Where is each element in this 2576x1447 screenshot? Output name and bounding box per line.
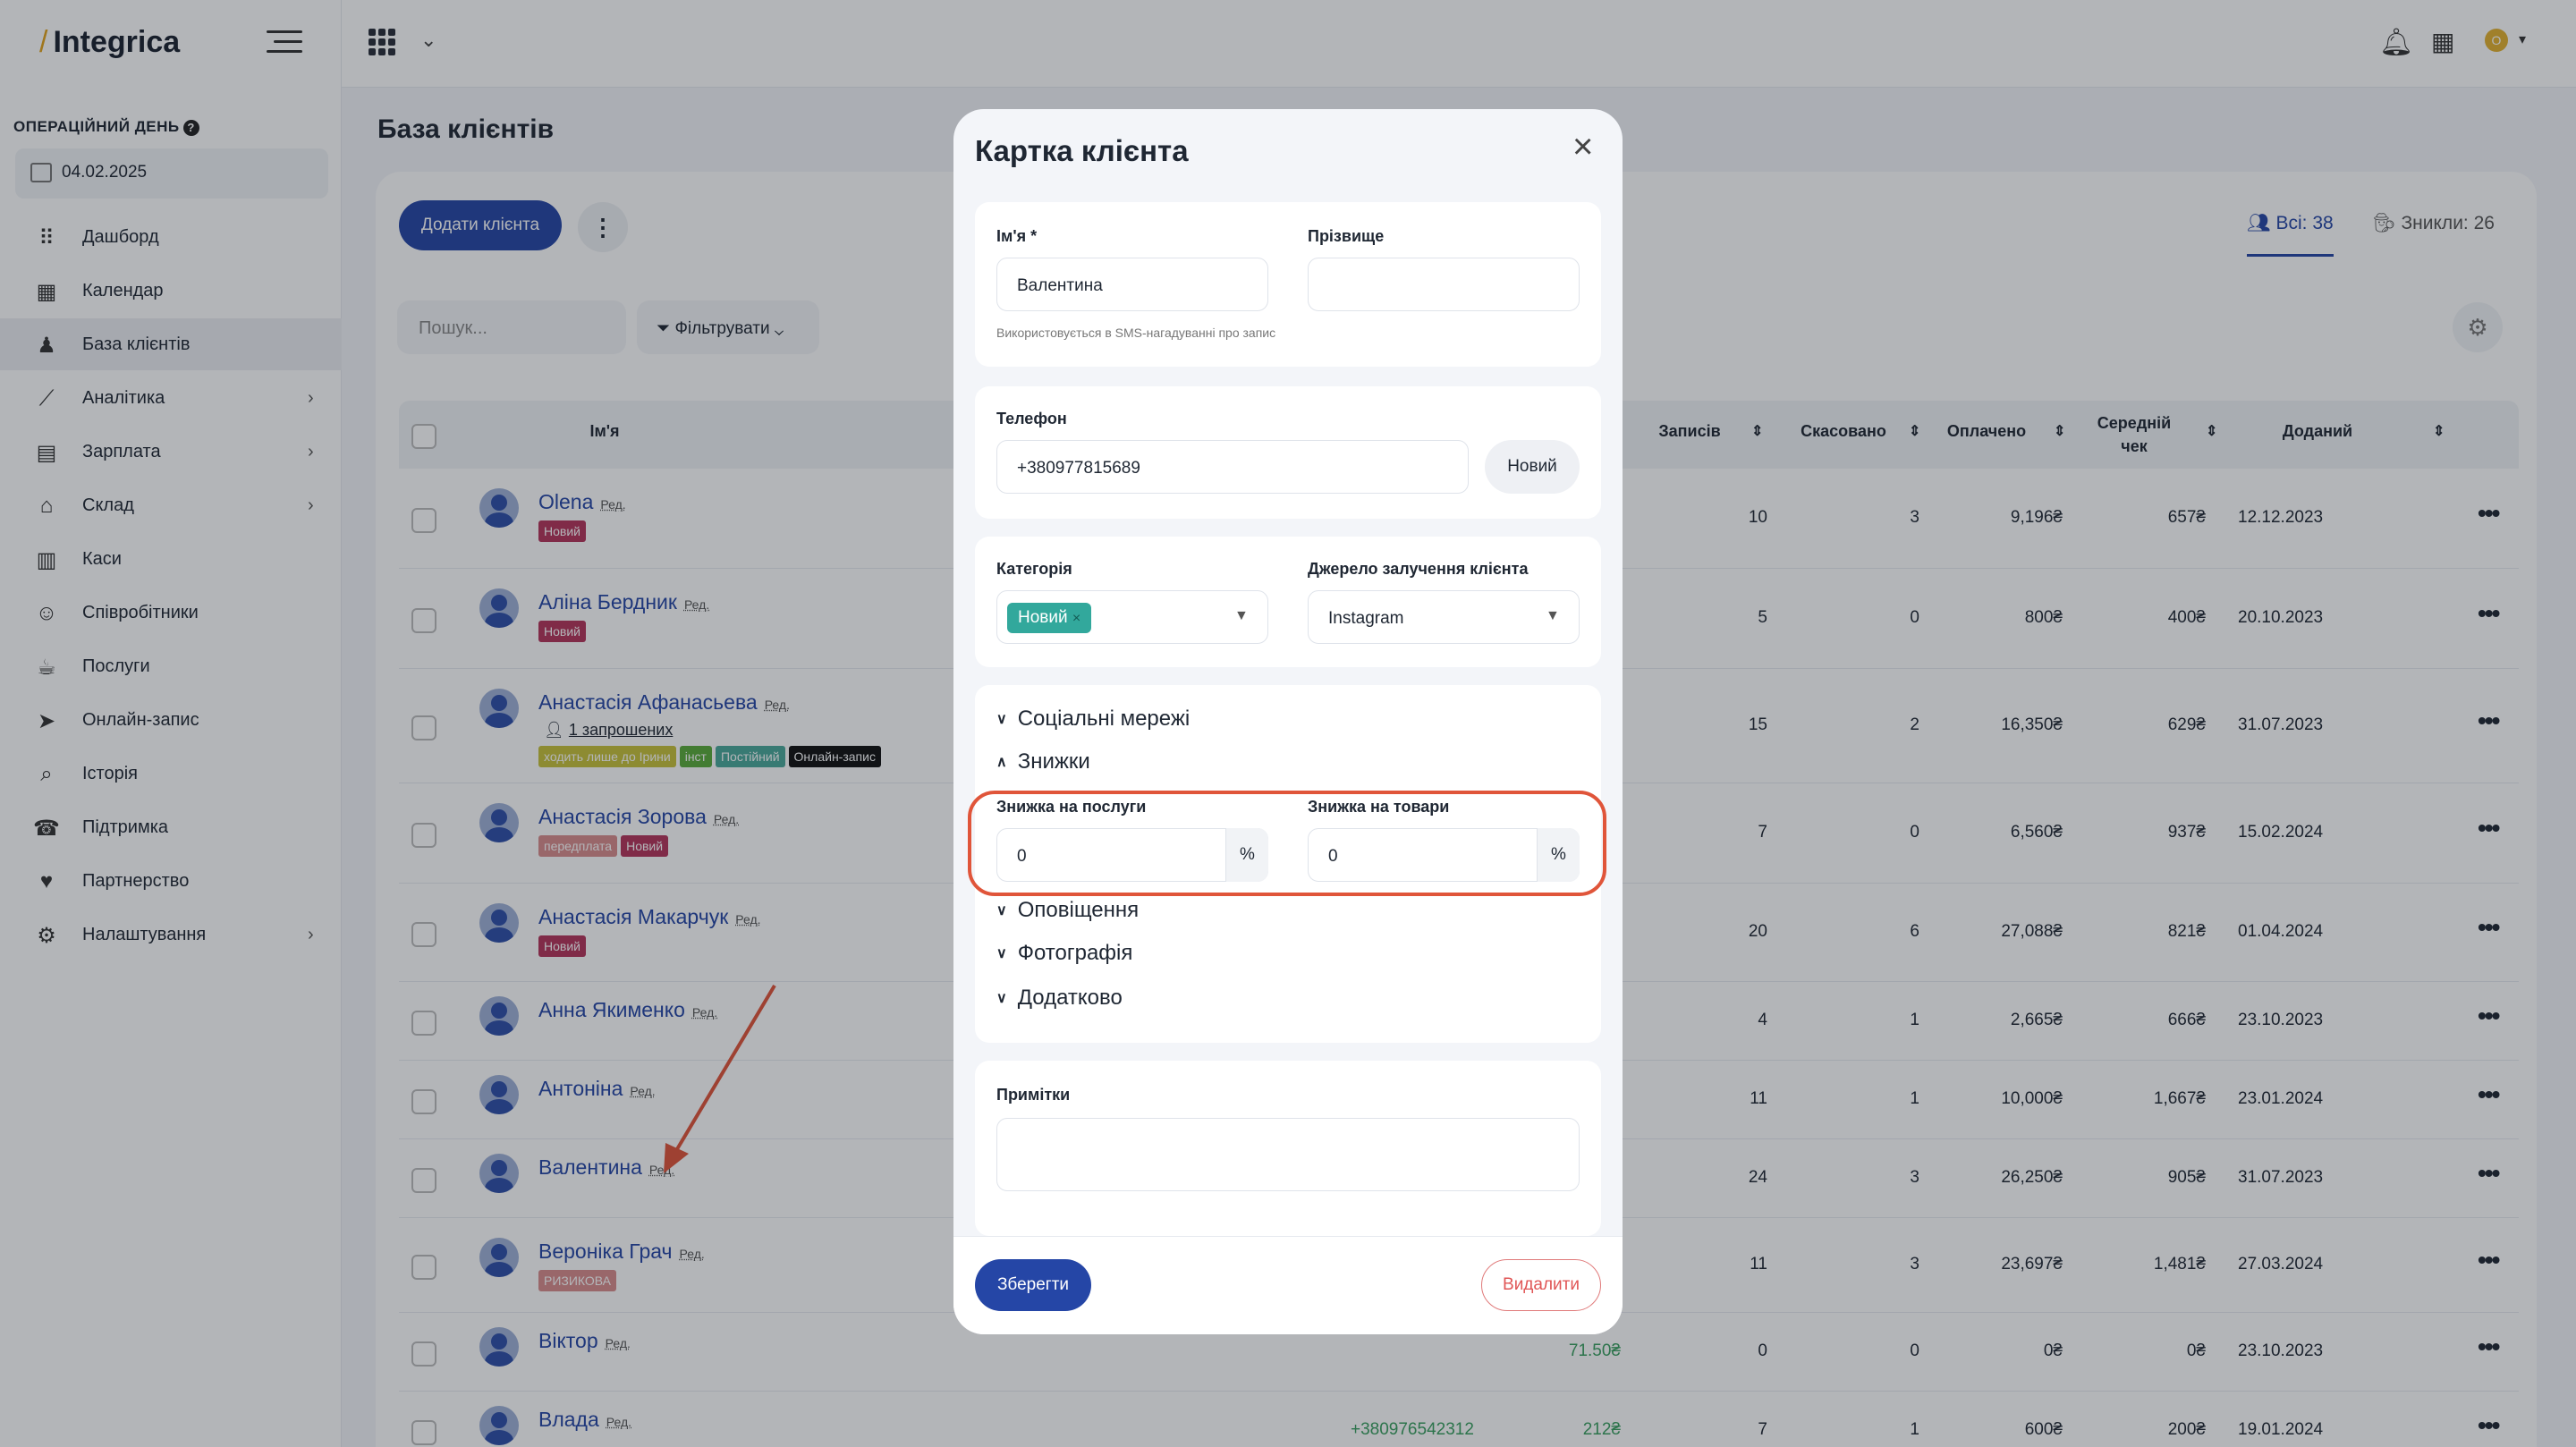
phone-status-button[interactable]: Новий: [1485, 440, 1580, 494]
source-label: Джерело залучення клієнта: [1308, 560, 1529, 578]
category-chip: Новий ×: [1007, 603, 1092, 633]
additional-accordion[interactable]: ∨ Додатково: [996, 986, 1123, 1011]
chevron-down-icon: ∨: [996, 991, 1007, 1006]
close-icon[interactable]: ×: [1572, 127, 1593, 167]
save-button[interactable]: Зберегти: [975, 1259, 1091, 1311]
last-name-label: Прізвище: [1308, 227, 1385, 245]
phone-field[interactable]: +380977815689: [996, 440, 1469, 494]
first-name-field[interactable]: Валентина: [996, 258, 1268, 311]
notifications-accordion[interactable]: ∨ Оповіщення: [996, 898, 1139, 923]
category-section: Категорія Новий × ▼ Джерело залучення кл…: [975, 537, 1601, 667]
phone-label: Телефон: [996, 410, 1067, 427]
notes-textarea[interactable]: [996, 1118, 1580, 1191]
name-section: Ім'я * Валентина Прізвище Використовуєть…: [975, 202, 1601, 367]
last-name-field[interactable]: [1308, 258, 1580, 311]
chevron-down-icon[interactable]: ▼: [1546, 608, 1560, 624]
category-label: Категорія: [996, 560, 1072, 578]
chevron-down-icon: ∨: [996, 712, 1007, 727]
source-select[interactable]: Instagram: [1308, 590, 1580, 644]
chevron-down-icon: ∨: [996, 903, 1007, 918]
first-name-label: Ім'я *: [996, 227, 1038, 245]
delete-button[interactable]: Видалити: [1481, 1259, 1601, 1311]
chip-remove-icon[interactable]: ×: [1072, 611, 1080, 626]
social-networks-accordion[interactable]: ∨ Соціальні мережі: [996, 707, 1190, 732]
notes-label: Примітки: [996, 1086, 1071, 1104]
chevron-down-icon: ∨: [996, 946, 1007, 961]
modal-title: Картка клієнта: [975, 134, 1189, 167]
sms-hint: Використовується в SMS-нагадуванні про з…: [996, 326, 1276, 340]
photo-accordion[interactable]: ∨ Фотографія: [996, 941, 1132, 966]
chevron-down-icon[interactable]: ▼: [1234, 608, 1249, 624]
highlight-annotation: [968, 791, 1606, 896]
chevron-up-icon: ∧: [996, 755, 1007, 770]
phone-section: Телефон +380977815689 Новий: [975, 386, 1601, 519]
discounts-accordion[interactable]: ∧ Знижки: [996, 749, 1090, 774]
